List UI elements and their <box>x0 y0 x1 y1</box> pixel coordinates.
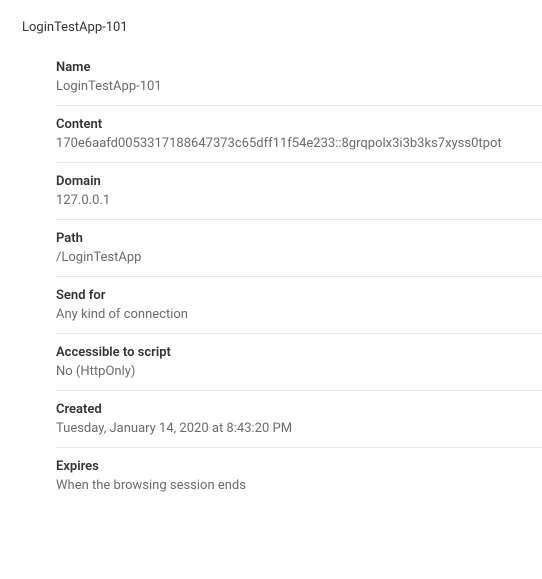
value-content: 170e6aafd0053317188647373c65dff11f54e233… <box>56 136 542 151</box>
field-expires: Expires When the browsing session ends <box>56 448 542 504</box>
value-domain: 127.0.0.1 <box>56 193 542 208</box>
value-name: LoginTestApp-101 <box>56 79 542 94</box>
value-expires: When the browsing session ends <box>56 478 542 493</box>
value-path: /LoginTestApp <box>56 250 542 265</box>
cookie-details: Name LoginTestApp-101 Content 170e6aafd0… <box>0 49 542 504</box>
field-domain: Domain 127.0.0.1 <box>56 163 542 220</box>
value-sendfor: Any kind of connection <box>56 307 542 322</box>
field-created: Created Tuesday, January 14, 2020 at 8:4… <box>56 391 542 448</box>
field-name: Name LoginTestApp-101 <box>56 49 542 106</box>
cookie-title: LoginTestApp-101 <box>0 0 542 49</box>
label-name: Name <box>56 60 542 75</box>
label-domain: Domain <box>56 174 542 189</box>
value-created: Tuesday, January 14, 2020 at 8:43:20 PM <box>56 421 542 436</box>
label-accessible: Accessible to script <box>56 345 542 360</box>
field-accessible: Accessible to script No (HttpOnly) <box>56 334 542 391</box>
label-created: Created <box>56 402 542 417</box>
field-sendfor: Send for Any kind of connection <box>56 277 542 334</box>
label-expires: Expires <box>56 459 542 474</box>
label-path: Path <box>56 231 542 246</box>
value-accessible: No (HttpOnly) <box>56 364 542 379</box>
label-sendfor: Send for <box>56 288 542 303</box>
field-path: Path /LoginTestApp <box>56 220 542 277</box>
field-content: Content 170e6aafd0053317188647373c65dff1… <box>56 106 542 163</box>
label-content: Content <box>56 117 542 132</box>
